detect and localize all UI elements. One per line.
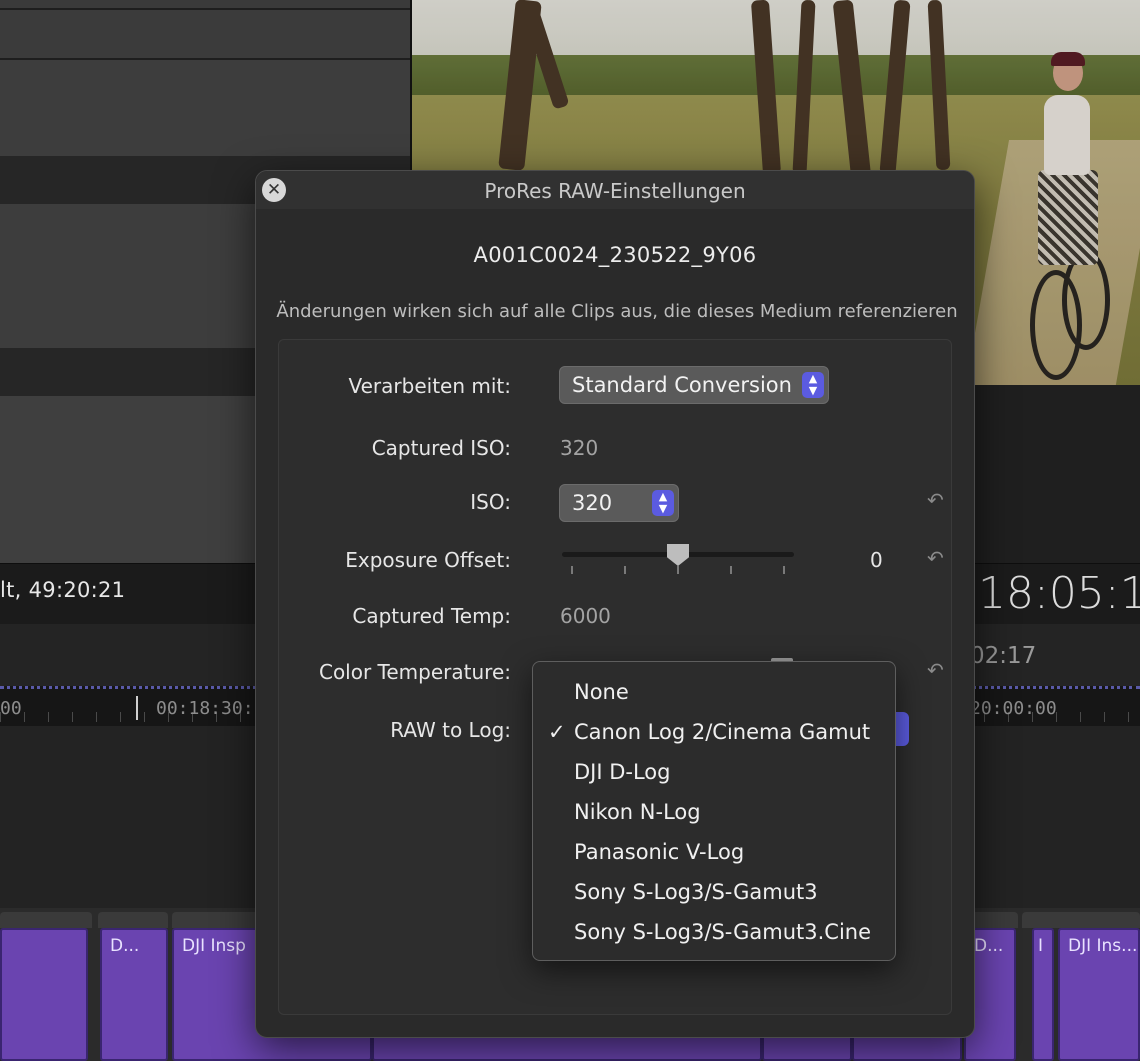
raw-to-log-label: RAW to Log: (390, 718, 511, 742)
menu-item-label: Panasonic V-Log (574, 840, 745, 864)
captured-temp-value: 6000 (560, 604, 611, 628)
captured-iso-label: Captured ISO: (371, 436, 511, 460)
menu-item-dji-d-log[interactable]: DJI D-Log (533, 752, 895, 792)
reset-color-temp-icon[interactable]: ↶ (927, 658, 944, 682)
iso-value: 320 (572, 491, 613, 515)
timeline-clip[interactable]: I (1032, 928, 1054, 1061)
checkmark-icon: ✓ (548, 720, 566, 744)
menu-item-sony-s-log3-cine[interactable]: Sony S-Log3/S-Gamut3.Cine (533, 912, 895, 952)
process-value: Standard Conversion (572, 373, 792, 397)
browser-row[interactable] (0, 10, 410, 58)
process-popup[interactable]: Standard Conversion ▲ ▼ (559, 366, 829, 404)
color-temp-label: Color Temperature: (318, 660, 511, 684)
reset-exposure-icon[interactable]: ↶ (927, 546, 944, 570)
playhead-marker[interactable] (136, 696, 138, 720)
timeline-clip[interactable]: D... (100, 928, 168, 1061)
chevron-updown-icon: ▲ ▼ (652, 490, 674, 516)
menu-item-panasonic-v-log[interactable]: Panasonic V-Log (533, 832, 895, 872)
captured-temp-label: Captured Temp: (352, 604, 511, 628)
timeline-clip[interactable]: DJI Ins... (1058, 928, 1140, 1061)
browser-duration-text: lt, 49:20:21 (0, 578, 126, 602)
menu-item-label: Canon Log 2/Cinema Gamut (574, 720, 871, 744)
clip-label: I (1038, 936, 1044, 956)
playhead-timecode[interactable]: 18:05:17 (978, 568, 1140, 619)
clip-label: D... (974, 936, 1004, 956)
dialog-title: ProRes RAW-Einstellungen (484, 179, 746, 203)
slider-ticks (571, 566, 785, 574)
menu-item-label: Sony S-Log3/S-Gamut3.Cine (574, 920, 872, 944)
iso-popup[interactable]: 320 ▲ ▼ (559, 484, 679, 522)
iso-label: ISO: (470, 490, 511, 514)
reset-iso-icon[interactable]: ↶ (927, 488, 944, 512)
notice-text: Änderungen wirken sich auf alle Clips au… (276, 301, 958, 322)
exposure-label: Exposure Offset: (345, 548, 511, 572)
browser-row[interactable] (0, 0, 410, 8)
captured-iso-value: 320 (560, 436, 599, 460)
clip-name: A001C0024_230522_9Y06 (473, 243, 757, 267)
menu-item-nikon-n-log[interactable]: Nikon N-Log (533, 792, 895, 832)
menu-item-label: None (574, 680, 629, 704)
clip-label: DJI Ins... (1068, 936, 1138, 956)
process-label: Verarbeiten mit: (348, 374, 512, 398)
browser-row[interactable] (0, 60, 410, 156)
timeline-duration: 02:17 (970, 643, 1037, 669)
clip-label: DJI Insp (182, 936, 246, 956)
ruler-label: 20:00:00 (970, 698, 1057, 719)
menu-item-canon-log-2[interactable]: ✓ Canon Log 2/Cinema Gamut (533, 712, 895, 752)
chevron-updown-icon: ▲ ▼ (802, 372, 824, 398)
menu-item-none[interactable]: None (533, 672, 895, 712)
timeline-clip[interactable] (0, 928, 88, 1061)
menu-item-label: Nikon N-Log (574, 800, 701, 824)
exposure-value: 0 (870, 548, 883, 572)
menu-item-label: DJI D-Log (574, 760, 671, 784)
ruler-label: 00 (0, 698, 22, 719)
menu-item-label: Sony S-Log3/S-Gamut3 (574, 880, 818, 904)
raw-to-log-menu: None ✓ Canon Log 2/Cinema Gamut DJI D-Lo… (532, 661, 896, 961)
exposure-slider-knob[interactable] (667, 544, 689, 566)
clip-label: D... (110, 936, 140, 956)
menu-item-sony-s-log3[interactable]: Sony S-Log3/S-Gamut3 (533, 872, 895, 912)
ruler-label: 00:18:30: (156, 698, 254, 719)
